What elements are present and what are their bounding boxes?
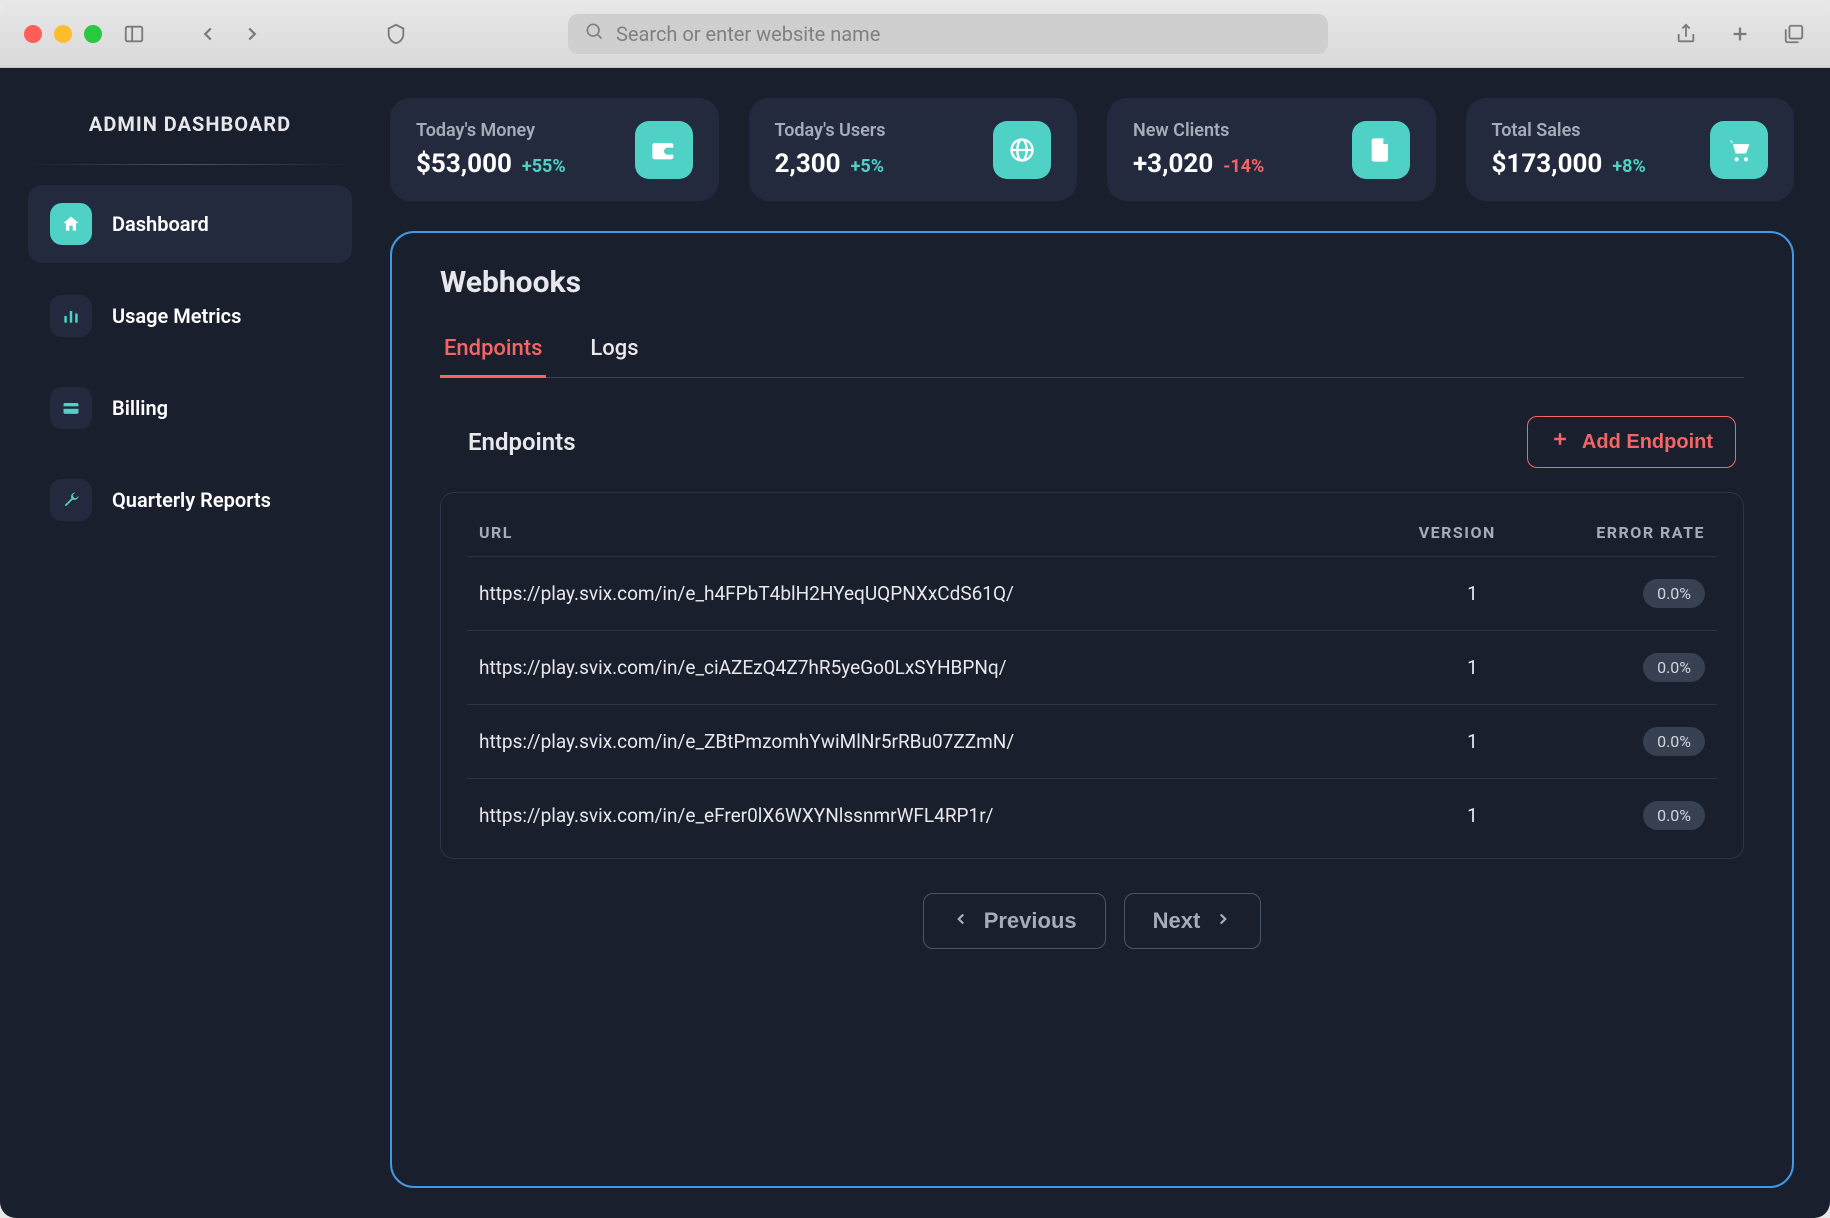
sidebar-item-label: Billing: [112, 396, 168, 420]
error-badge: 0.0%: [1643, 653, 1705, 682]
sidebar-item-label: Dashboard: [112, 212, 209, 236]
stat-delta: +55%: [522, 156, 566, 177]
endpoints-table: URL VERSION ERROR RATE https://play.svix…: [467, 509, 1717, 852]
cell-url: https://play.svix.com/in/e_eFrer0lX6WXYN…: [467, 779, 1348, 853]
subheader-row: Endpoints Add Endpoint: [440, 416, 1744, 468]
search-icon: [584, 21, 604, 46]
cell-error-rate: 0.0%: [1508, 705, 1717, 779]
tabs-overview-icon[interactable]: [1782, 22, 1806, 46]
col-version: VERSION: [1348, 509, 1507, 557]
stat-card-money: Today's Money $53,000 +55%: [390, 98, 719, 201]
error-badge: 0.0%: [1643, 727, 1705, 756]
sidebar-item-dashboard[interactable]: Dashboard: [28, 185, 352, 263]
prev-page-button[interactable]: Previous: [923, 893, 1106, 949]
stat-delta: +5%: [851, 156, 884, 177]
globe-icon: [993, 121, 1051, 179]
sidebar: ADMIN DASHBOARD Dashboard Usage Metrics …: [0, 68, 380, 1218]
next-label: Next: [1153, 908, 1201, 934]
stat-label: Total Sales: [1492, 120, 1646, 141]
stat-card-clients: New Clients +3,020 -14%: [1107, 98, 1436, 201]
cell-version: 1: [1348, 779, 1507, 853]
col-url: URL: [467, 509, 1348, 557]
chevron-right-icon: [1214, 908, 1232, 934]
stat-card-users: Today's Users 2,300 +5%: [749, 98, 1078, 201]
bar-chart-icon: [50, 295, 92, 337]
stat-card-sales: Total Sales $173,000 +8%: [1466, 98, 1795, 201]
table-row[interactable]: https://play.svix.com/in/e_ciAZEzQ4Z7hR5…: [467, 631, 1717, 705]
stat-delta: -14%: [1223, 156, 1264, 177]
panel-title: Webhooks: [440, 265, 1744, 300]
table-row[interactable]: https://play.svix.com/in/e_eFrer0lX6WXYN…: [467, 779, 1717, 853]
cell-version: 1: [1348, 631, 1507, 705]
app-root: ADMIN DASHBOARD Dashboard Usage Metrics …: [0, 68, 1830, 1218]
wallet-icon: [635, 121, 693, 179]
home-icon: [50, 203, 92, 245]
next-page-button[interactable]: Next: [1124, 893, 1262, 949]
cell-version: 1: [1348, 557, 1507, 631]
prev-label: Previous: [984, 908, 1077, 934]
sidebar-item-quarterly-reports[interactable]: Quarterly Reports: [28, 461, 352, 539]
stat-value: $53,000: [416, 149, 512, 179]
cart-icon: [1710, 121, 1768, 179]
share-icon[interactable]: [1674, 22, 1698, 46]
stat-value: $173,000: [1492, 149, 1603, 179]
main-content: Today's Money $53,000 +55% Today's Users…: [380, 68, 1830, 1218]
back-button-icon[interactable]: [196, 22, 220, 46]
minimize-window-button[interactable]: [54, 25, 72, 43]
stat-label: Today's Money: [416, 120, 566, 141]
stat-value: 2,300: [775, 149, 841, 179]
cell-url: https://play.svix.com/in/e_ZBtPmzomhYwiM…: [467, 705, 1348, 779]
forward-button-icon[interactable]: [240, 22, 264, 46]
close-window-button[interactable]: [24, 25, 42, 43]
add-endpoint-button[interactable]: Add Endpoint: [1527, 416, 1736, 468]
cell-error-rate: 0.0%: [1508, 779, 1717, 853]
cell-version: 1: [1348, 705, 1507, 779]
traffic-lights: [24, 25, 102, 43]
col-error-rate: ERROR RATE: [1508, 509, 1717, 557]
tab-endpoints[interactable]: Endpoints: [440, 326, 546, 378]
error-badge: 0.0%: [1643, 579, 1705, 608]
sidebar-divider: [28, 164, 352, 165]
stat-value: +3,020: [1133, 149, 1213, 179]
sidebar-item-usage-metrics[interactable]: Usage Metrics: [28, 277, 352, 355]
new-tab-icon[interactable]: [1728, 22, 1752, 46]
endpoints-subtitle: Endpoints: [468, 428, 576, 456]
pagination: Previous Next: [440, 893, 1744, 949]
cell-url: https://play.svix.com/in/e_h4FPbT4blH2HY…: [467, 557, 1348, 631]
add-endpoint-label: Add Endpoint: [1582, 431, 1713, 454]
stat-delta: +8%: [1612, 156, 1645, 177]
tab-logs[interactable]: Logs: [586, 326, 642, 378]
sidebar-item-billing[interactable]: Billing: [28, 369, 352, 447]
file-icon: [1352, 121, 1410, 179]
webhooks-panel: Webhooks Endpoints Logs Endpoints Add En…: [390, 231, 1794, 1188]
shield-icon[interactable]: [384, 22, 408, 46]
address-bar[interactable]: Search or enter website name: [568, 14, 1328, 54]
sidebar-item-label: Quarterly Reports: [112, 488, 271, 512]
plus-icon: [1550, 429, 1570, 455]
cell-error-rate: 0.0%: [1508, 631, 1717, 705]
wrench-icon: [50, 479, 92, 521]
table-row[interactable]: https://play.svix.com/in/e_ZBtPmzomhYwiM…: [467, 705, 1717, 779]
stat-label: Today's Users: [775, 120, 886, 141]
sidebar-toggle-icon[interactable]: [122, 22, 146, 46]
table-row[interactable]: https://play.svix.com/in/e_h4FPbT4blH2HY…: [467, 557, 1717, 631]
endpoints-table-wrap: URL VERSION ERROR RATE https://play.svix…: [440, 492, 1744, 859]
stat-label: New Clients: [1133, 120, 1264, 141]
address-bar-placeholder: Search or enter website name: [616, 22, 880, 46]
cell-url: https://play.svix.com/in/e_ciAZEzQ4Z7hR5…: [467, 631, 1348, 705]
card-icon: [50, 387, 92, 429]
tabs: Endpoints Logs: [440, 326, 1744, 378]
maximize-window-button[interactable]: [84, 25, 102, 43]
cell-error-rate: 0.0%: [1508, 557, 1717, 631]
sidebar-item-label: Usage Metrics: [112, 304, 241, 328]
error-badge: 0.0%: [1643, 801, 1705, 830]
chevron-left-icon: [952, 908, 970, 934]
sidebar-title: ADMIN DASHBOARD: [28, 98, 352, 164]
browser-chrome: Search or enter website name: [0, 0, 1830, 68]
stats-row: Today's Money $53,000 +55% Today's Users…: [390, 98, 1794, 201]
